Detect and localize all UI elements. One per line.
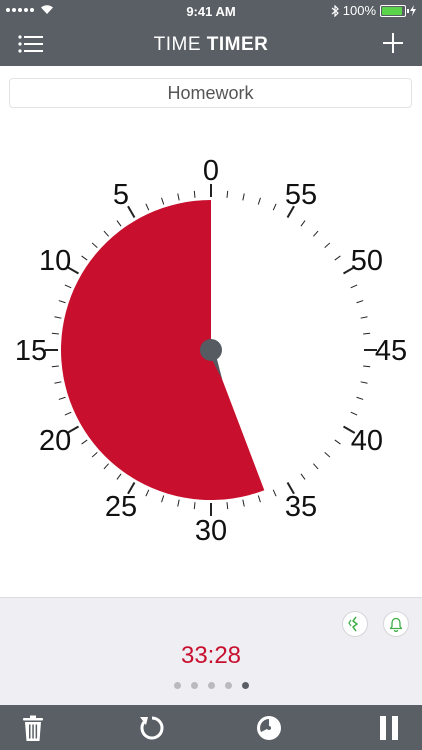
minor-tick	[81, 439, 88, 445]
pause-button[interactable]	[374, 713, 404, 743]
vibrate-button[interactable]	[342, 611, 368, 637]
minor-tick	[324, 452, 331, 458]
dial-label: 50	[351, 245, 383, 277]
minor-tick	[64, 411, 72, 416]
minor-tick	[91, 452, 98, 458]
remaining-time-disk	[61, 200, 265, 500]
minor-tick	[103, 230, 109, 237]
minor-tick	[54, 381, 62, 384]
charging-icon	[410, 5, 416, 16]
page-indicator[interactable]	[0, 682, 422, 689]
minor-tick	[177, 193, 180, 201]
reset-icon	[140, 716, 164, 740]
minor-tick	[161, 197, 165, 205]
reset-button[interactable]	[136, 713, 166, 743]
vibrate-icon	[348, 616, 358, 632]
page-dot[interactable]	[207, 682, 215, 689]
battery-fill	[382, 6, 402, 15]
minor-tick	[360, 316, 368, 319]
timer-dial[interactable]: 0 5 10 15 20 25 30 35 40 45 50 55	[0, 140, 422, 560]
minor-tick	[300, 473, 306, 480]
bottom-panel: 33:28	[0, 597, 422, 706]
minor-tick	[58, 396, 66, 400]
settings-icon	[257, 716, 281, 740]
trash-icon	[23, 715, 43, 741]
minor-tick	[313, 230, 319, 237]
status-bar: 9:41 AM 100%	[0, 0, 422, 22]
dial-label: 25	[105, 491, 137, 523]
alarm-button[interactable]	[383, 611, 409, 637]
minor-tick	[334, 439, 341, 445]
timer-name-field[interactable]: Homework	[9, 78, 412, 108]
minor-tick	[116, 473, 122, 480]
minor-tick	[272, 489, 277, 497]
dial-label: 55	[285, 179, 317, 211]
dial-label: 40	[351, 425, 383, 457]
battery-icon	[380, 4, 409, 17]
plus-icon	[383, 33, 403, 53]
dial-svg[interactable]: 0 5 10 15 20 25 30 35 40 45 50 55	[0, 140, 422, 560]
minor-tick	[334, 255, 341, 261]
app-title-light: TIME	[153, 34, 201, 55]
bluetooth-icon	[331, 4, 339, 17]
navbar: TIME TIMER	[0, 22, 422, 66]
dial-label: 10	[39, 245, 71, 277]
pause-icon	[380, 716, 398, 740]
minor-tick	[313, 463, 319, 470]
app-title: TIME TIMER	[0, 34, 422, 56]
delete-button[interactable]	[18, 713, 48, 743]
minor-tick	[257, 495, 261, 503]
minor-tick	[51, 332, 59, 335]
page-dot[interactable]	[241, 682, 249, 689]
minor-tick	[350, 284, 358, 289]
minor-tick	[324, 242, 331, 248]
minor-tick	[356, 396, 364, 400]
dial-label: 0	[203, 155, 219, 187]
minor-tick	[242, 499, 245, 507]
page-dot[interactable]	[224, 682, 232, 689]
dial-label: 45	[375, 335, 407, 367]
minor-tick	[356, 300, 364, 304]
bell-icon	[389, 617, 403, 632]
dial-label: 15	[15, 335, 47, 367]
settings-button[interactable]	[254, 713, 284, 743]
page-dot[interactable]	[173, 682, 181, 689]
minor-tick	[103, 463, 109, 470]
minor-tick	[116, 220, 122, 227]
add-timer-button[interactable]	[382, 32, 404, 54]
bottom-toolbar	[0, 705, 422, 750]
minor-tick	[226, 502, 229, 510]
minor-tick	[272, 203, 277, 211]
minor-tick	[242, 193, 245, 201]
time-remaining-display: 33:28	[180, 642, 242, 669]
minor-tick	[257, 197, 261, 205]
minor-tick	[64, 284, 72, 289]
dial-center-knob[interactable]	[200, 339, 222, 361]
minor-tick	[54, 316, 62, 319]
minor-tick	[91, 242, 98, 248]
minor-tick	[177, 499, 180, 507]
minor-tick	[145, 489, 150, 497]
minor-tick	[161, 495, 165, 503]
status-right: 100%	[331, 3, 416, 18]
dial-label: 35	[285, 491, 317, 523]
dial-label: 20	[39, 425, 71, 457]
minor-tick	[360, 381, 368, 384]
app-title-bold: TIMER	[206, 34, 269, 55]
minor-tick	[58, 300, 66, 304]
dial-label: 5	[113, 179, 129, 211]
minor-tick	[363, 332, 371, 335]
minor-tick	[363, 365, 371, 368]
minor-tick	[300, 220, 306, 227]
minor-tick	[81, 255, 88, 261]
minor-tick	[51, 365, 59, 368]
battery-percent: 100%	[342, 3, 376, 18]
minor-tick	[226, 190, 229, 198]
minor-tick	[193, 502, 196, 510]
dial-label: 30	[195, 515, 227, 547]
minor-tick	[145, 203, 150, 211]
page-dot[interactable]	[190, 682, 198, 689]
minor-tick	[350, 411, 358, 416]
minor-tick	[193, 190, 196, 198]
